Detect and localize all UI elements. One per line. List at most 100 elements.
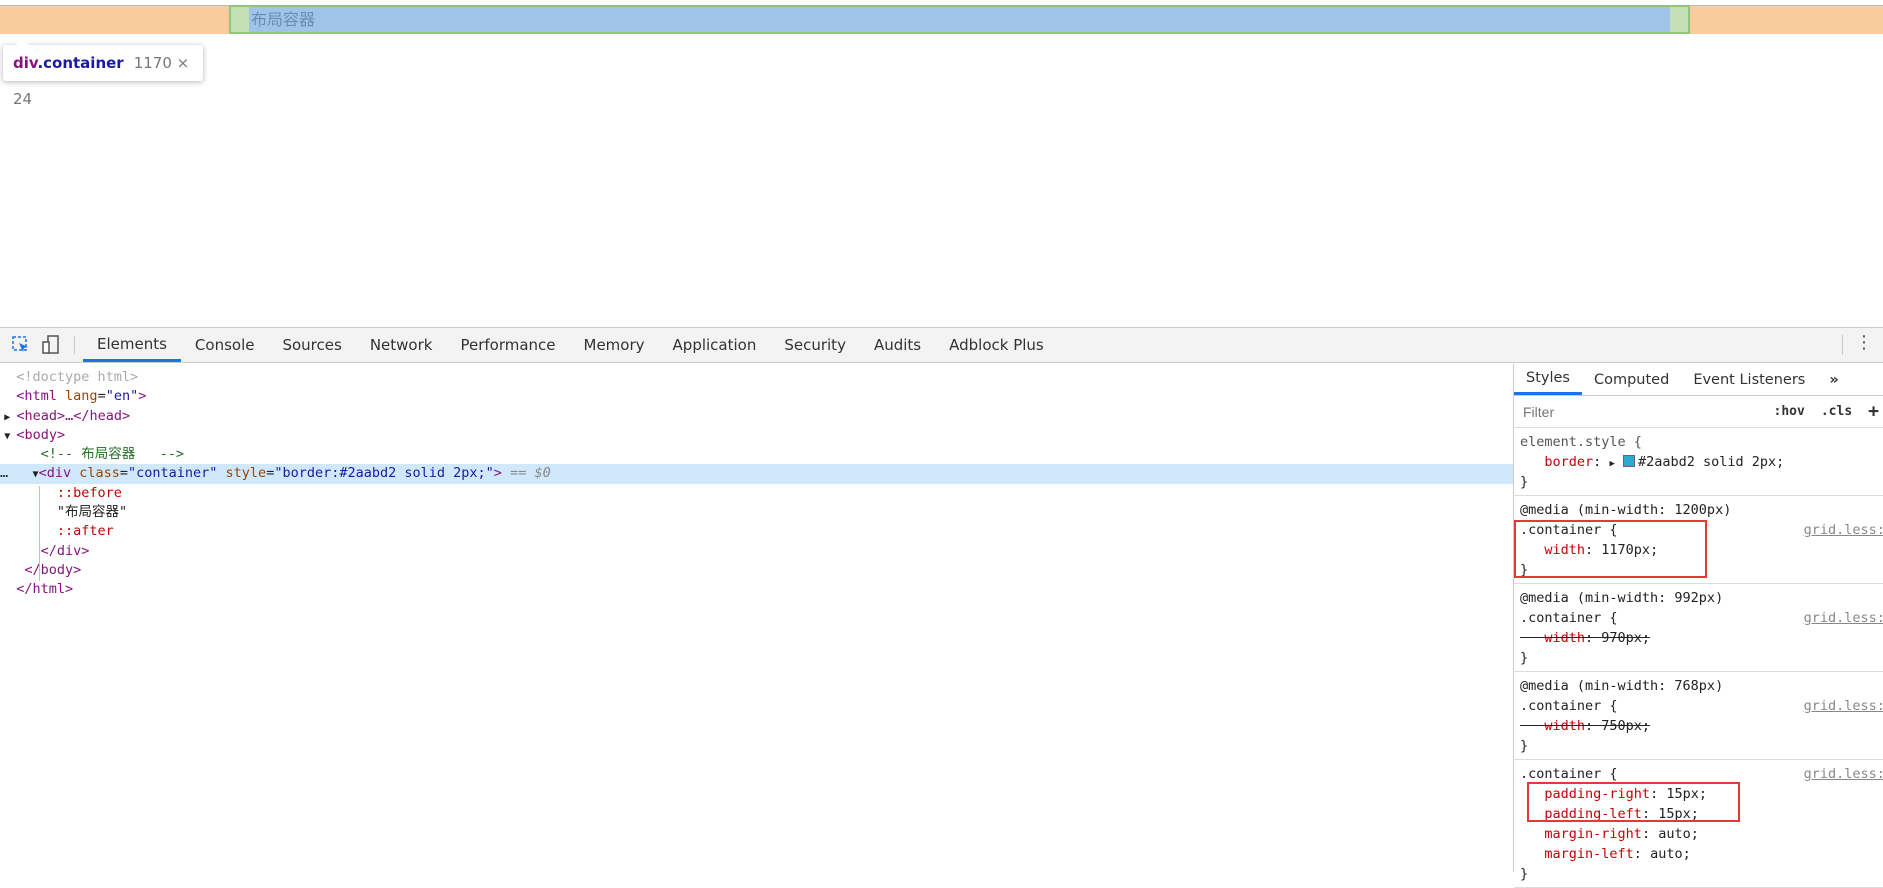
property-name[interactable]: border	[1544, 454, 1593, 470]
rule-selector: .container {	[1520, 610, 1618, 626]
rule-selector-line: .container { grid.less:1	[1520, 764, 1883, 784]
tag: </body>	[24, 561, 82, 578]
tooltip-tag: div	[13, 54, 38, 72]
attr-name: class	[79, 465, 120, 482]
rule-element-style: element.style { border: ▶ #2aabd2 solid …	[1514, 428, 1883, 496]
dom-node-div-close[interactable]: </div>	[0, 542, 1513, 561]
tooltip-class: .container	[37, 54, 124, 72]
tab-application[interactable]: Application	[659, 328, 771, 362]
tab-audits[interactable]: Audits	[860, 328, 935, 362]
style-property[interactable]: margin-right: auto;	[1520, 824, 1883, 844]
tab-elements[interactable]: Elements	[83, 328, 181, 362]
cls-button[interactable]: .cls	[1821, 404, 1852, 419]
filter-input[interactable]	[1518, 399, 1758, 424]
doctype-text: <!doctype html>	[16, 369, 139, 385]
devtools-panel: Elements Console Sources Network Perform…	[0, 327, 1883, 888]
rule-selector: .container {	[1520, 766, 1618, 782]
rule-media-1200: @media (min-width: 1200px) .container {g…	[1514, 496, 1883, 584]
tab-security[interactable]: Security	[770, 328, 860, 362]
element-tooltip: div.container 1170 × 24	[3, 38, 203, 108]
pseudo-element: ::after	[56, 523, 114, 540]
styles-tabs: Styles Computed Event Listeners »	[1514, 364, 1883, 396]
attr-value: "border:#2aabd2 solid 2px;"	[274, 465, 494, 482]
comment-text: <!-- 布局容器 -->	[40, 446, 185, 463]
expand-triangle-icon[interactable]: ▶	[1609, 459, 1614, 469]
rule-close: }	[1520, 866, 1529, 882]
style-property[interactable]: border: ▶ #2aabd2 solid 2px;	[1520, 452, 1883, 472]
tab-console[interactable]: Console	[181, 328, 269, 362]
rule-close: }	[1520, 650, 1529, 666]
dom-node-head[interactable]: ▶ <head>…</head>	[0, 407, 1513, 426]
style-property[interactable]: margin-left: auto;	[1520, 844, 1883, 864]
add-rule-button[interactable]: +	[1868, 401, 1879, 422]
rule-media-992: @media (min-width: 992px) .container { gr…	[1514, 584, 1883, 672]
dom-node-html[interactable]: <html lang="en">	[0, 387, 1513, 406]
tab-styles[interactable]: Styles	[1514, 364, 1582, 395]
tab-computed[interactable]: Computed	[1582, 364, 1681, 395]
divider	[1842, 335, 1843, 355]
dom-node-after[interactable]: ::after	[0, 522, 1513, 541]
property-value[interactable]: #2aabd2 solid 2px;	[1638, 454, 1784, 470]
dom-node-text[interactable]: "布局容器"	[0, 503, 1513, 522]
ellipsis-icon[interactable]: …	[0, 465, 8, 481]
collapse-triangle-icon[interactable]: ▼	[4, 431, 16, 442]
dom-node-comment[interactable]: <!-- 布局容器 -->	[0, 445, 1513, 464]
container-highlight: 布局容器	[229, 5, 1690, 34]
inspect-icon[interactable]	[6, 328, 36, 362]
property-value[interactable]: 750px;	[1601, 718, 1650, 734]
tab-memory[interactable]: Memory	[570, 328, 659, 362]
source-link[interactable]: grid.less:1	[1804, 520, 1883, 540]
more-vert-icon[interactable]: ⋮	[1855, 332, 1873, 353]
dom-node-div-selected[interactable]: … ▼<div class="container" style="border:…	[0, 464, 1513, 484]
style-property-overridden[interactable]: width: 750px;	[1520, 716, 1883, 736]
indent-guide	[39, 486, 40, 581]
tab-network[interactable]: Network	[356, 328, 447, 362]
annotation-highlight-box	[1514, 520, 1707, 578]
selected-marker: == $0	[510, 465, 551, 482]
more-tabs-icon[interactable]: »	[1817, 364, 1850, 395]
tab-adblock-plus[interactable]: Adblock Plus	[935, 328, 1058, 362]
device-toggle-icon[interactable]	[36, 328, 66, 362]
dom-node-body[interactable]: ▼ <body>	[0, 426, 1513, 445]
rule-selector-line: .container { grid.less:1	[1520, 696, 1883, 716]
rule-selector: element.style {	[1520, 434, 1642, 450]
attr-value: "en"	[105, 388, 139, 405]
tag: <body>	[16, 426, 66, 443]
source-link[interactable]: grid.less:2	[1804, 608, 1883, 628]
tag: <html	[16, 388, 57, 405]
tab-event-listeners[interactable]: Event Listeners	[1681, 364, 1817, 395]
attr-name: style	[225, 465, 267, 482]
styles-pane: Styles Computed Event Listeners » :hov .…	[1513, 364, 1883, 888]
property-name[interactable]: width	[1544, 630, 1585, 646]
dom-node-before[interactable]: ::before	[0, 484, 1513, 503]
divider	[74, 336, 75, 354]
color-swatch[interactable]	[1623, 455, 1635, 467]
property-name[interactable]: margin-left	[1544, 846, 1633, 862]
pseudo-element: ::before	[56, 484, 122, 501]
hov-button[interactable]: :hov	[1774, 404, 1805, 419]
property-name[interactable]: width	[1544, 718, 1585, 734]
source-link[interactable]: grid.less:1	[1804, 764, 1883, 784]
dom-tree: <!doctype html> <html lang="en"> ▶ <head…	[0, 364, 1513, 872]
expand-triangle-icon[interactable]: ▶	[4, 412, 16, 423]
rule-selector-line: .container { grid.less:2	[1520, 608, 1883, 628]
style-property-overridden[interactable]: width: 970px;	[1520, 628, 1883, 648]
property-name[interactable]: margin-right	[1544, 826, 1642, 842]
tag: <head>…</head>	[16, 407, 131, 424]
text-node: "布局容器"	[56, 504, 128, 521]
property-value[interactable]: auto;	[1650, 846, 1691, 862]
property-value[interactable]: auto;	[1658, 826, 1699, 842]
rule-selector: .container {	[1520, 698, 1618, 714]
property-value[interactable]: 970px;	[1601, 630, 1650, 646]
attr-name: lang	[65, 388, 98, 405]
rule-close: }	[1520, 474, 1529, 490]
dom-node-body-close[interactable]: </body>	[0, 561, 1513, 580]
tab-performance[interactable]: Performance	[446, 328, 569, 362]
source-link[interactable]: grid.less:1	[1804, 696, 1883, 716]
dom-node-doctype[interactable]: <!doctype html>	[0, 368, 1513, 387]
rule-media-768: @media (min-width: 768px) .container {gr…	[1514, 672, 1883, 760]
tab-sources[interactable]: Sources	[268, 328, 355, 362]
rule-container: .container {grid.less:1 padding-right: 1…	[1514, 760, 1883, 888]
media-query: @media (min-width: 992px)	[1520, 590, 1724, 606]
dom-node-html-close[interactable]: </html>	[0, 580, 1513, 599]
